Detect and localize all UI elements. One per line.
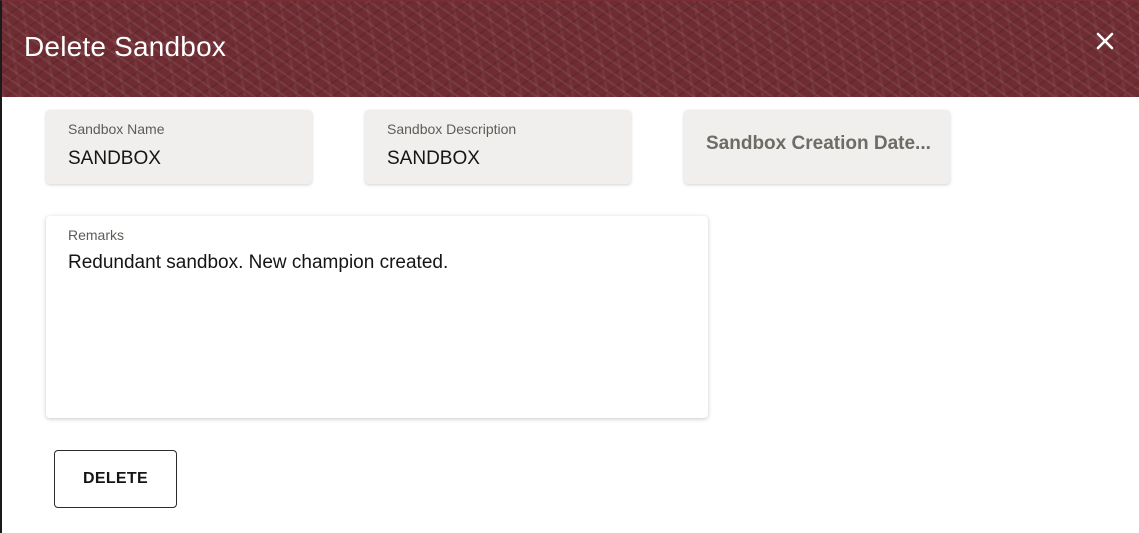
- close-icon[interactable]: [1093, 29, 1117, 53]
- remarks-label: Remarks: [68, 227, 125, 243]
- remarks-value: Redundant sandbox. New champion created.: [68, 252, 449, 273]
- dialog-header: Delete Sandbox: [2, 1, 1139, 97]
- delete-sandbox-dialog: Delete Sandbox Sandbox Name SANDBOX Sand…: [0, 0, 1139, 533]
- sandbox-description-label: Sandbox Description: [387, 121, 517, 137]
- remarks-textarea[interactable]: Remarks Redundant sandbox. New champion …: [46, 216, 708, 418]
- sandbox-name-value: SANDBOX: [68, 148, 161, 169]
- sandbox-description-value: SANDBOX: [387, 148, 480, 169]
- delete-button[interactable]: DELETE: [54, 450, 177, 508]
- sandbox-name-label: Sandbox Name: [68, 121, 165, 137]
- sandbox-description-field[interactable]: Sandbox Description SANDBOX: [365, 110, 631, 184]
- sandbox-creation-date-placeholder: Sandbox Creation Date...: [706, 133, 931, 154]
- sandbox-creation-date-field[interactable]: Sandbox Creation Date...: [684, 110, 950, 184]
- sandbox-name-field[interactable]: Sandbox Name SANDBOX: [46, 110, 312, 184]
- dialog-title: Delete Sandbox: [24, 31, 227, 62]
